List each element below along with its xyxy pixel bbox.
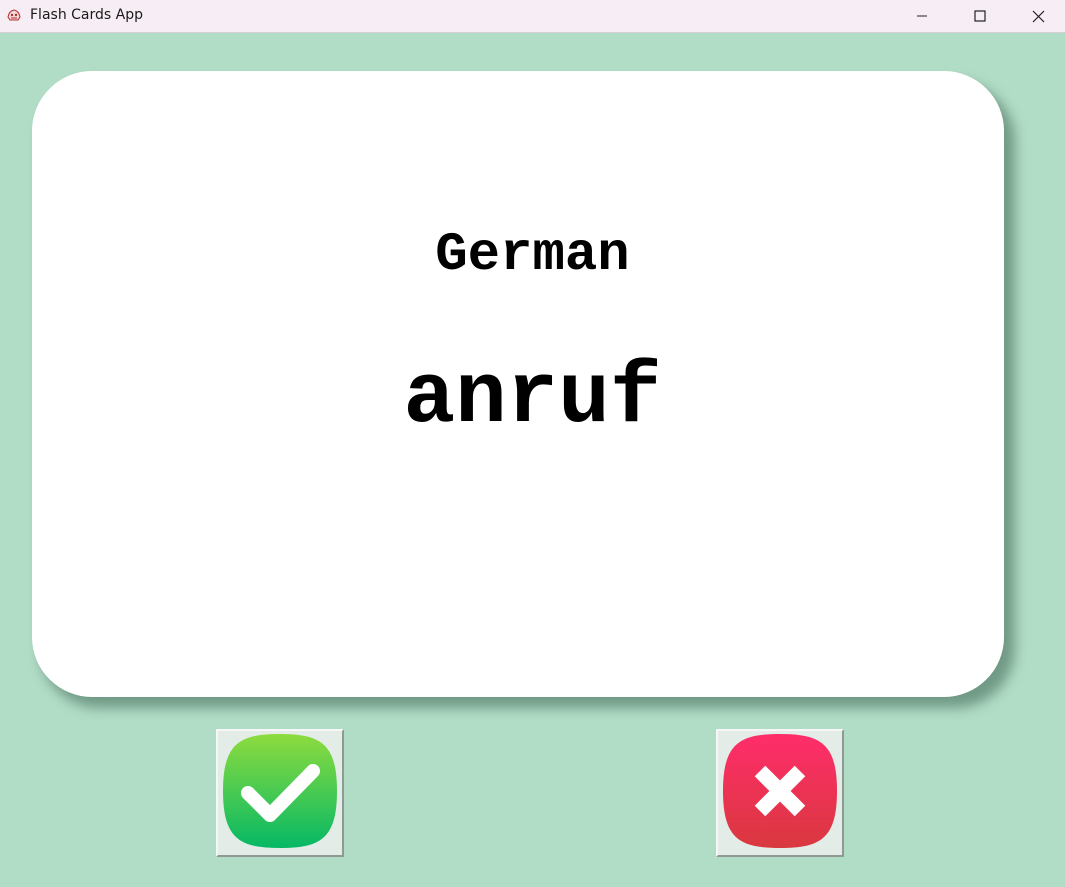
known-button[interactable] <box>216 729 344 857</box>
card-word: anruf <box>403 349 662 447</box>
window-title: Flash Cards App <box>30 7 143 23</box>
cross-icon <box>720 731 840 855</box>
close-icon <box>1032 10 1045 23</box>
checkmark-icon <box>220 731 340 855</box>
card-language-label: German <box>435 225 630 286</box>
maximize-icon <box>974 10 986 22</box>
title-bar[interactable]: Flash Cards App <box>0 0 1065 33</box>
minimize-button[interactable] <box>893 0 951 32</box>
unknown-button[interactable] <box>716 729 844 857</box>
close-button[interactable] <box>1009 0 1065 32</box>
app-icon <box>6 7 22 23</box>
app-window: Flash Cards App German anruf <box>0 0 1065 887</box>
minimize-icon <box>916 10 928 22</box>
maximize-button[interactable] <box>951 0 1009 32</box>
